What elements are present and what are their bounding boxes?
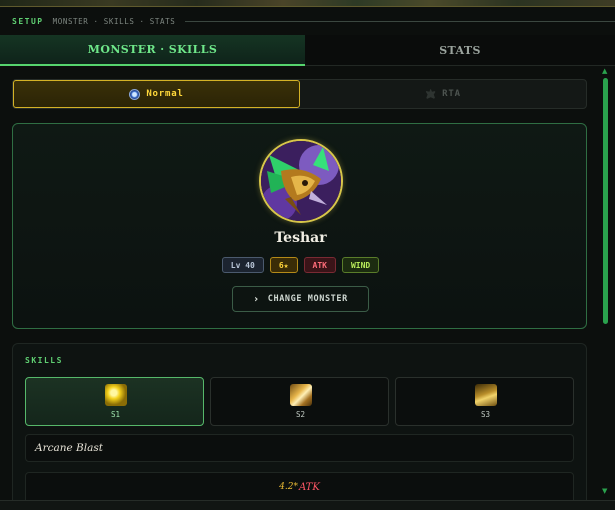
content-scroll-area: Normal RTA Teshar Lv 40 6★ ATK WIND › CH…: [0, 66, 600, 500]
mode-toggle: Normal RTA: [12, 79, 587, 109]
scroll-up-arrow-icon[interactable]: ▲: [602, 68, 607, 75]
header-divider: [185, 20, 615, 22]
setup-label: SETUP: [12, 16, 44, 26]
skill-label: S1: [110, 410, 121, 419]
chevron-right-icon: ›: [253, 293, 260, 305]
star-badge: 6★: [269, 257, 298, 273]
scroll-down-arrow-icon[interactable]: ▼: [602, 488, 607, 495]
skills-panel: SKILLS S1 S2 S3 Arcane Blast 4.2* ATK: [12, 343, 587, 500]
normal-mode-icon: [129, 88, 141, 100]
skill-button-s2[interactable]: S2: [210, 377, 389, 426]
monster-portrait[interactable]: [259, 139, 343, 223]
skill-formula: 4.2* ATK: [25, 472, 574, 500]
monster-name: Teshar: [274, 230, 327, 246]
setup-header: SETUP MONSTER · SKILLS · STATS: [0, 7, 615, 35]
mode-rta-button[interactable]: RTA: [300, 80, 586, 108]
type-badge: ATK: [303, 257, 336, 273]
change-monster-button[interactable]: › CHANGE MONSTER: [232, 286, 369, 312]
vertical-scrollbar[interactable]: ▲ ▼: [602, 66, 610, 500]
change-monster-label: CHANGE MONSTER: [267, 294, 348, 304]
rta-mode-icon: [425, 88, 437, 100]
mode-normal-button[interactable]: Normal: [13, 80, 300, 108]
top-banner-strip: [0, 0, 615, 7]
tab-monster-skills[interactable]: MONSTER · SKILLS: [0, 35, 305, 66]
selected-skill-name: Arcane Blast: [25, 434, 574, 462]
mode-normal-label: Normal: [146, 89, 184, 99]
skill-label: S2: [295, 410, 306, 419]
monster-badges: Lv 40 6★ ATK WIND: [13, 257, 588, 273]
monster-card: Teshar Lv 40 6★ ATK WIND › CHANGE MONSTE…: [12, 123, 587, 329]
level-badge: Lv 40: [221, 257, 264, 273]
tab-stats[interactable]: STATS: [305, 35, 615, 66]
skills-title: SKILLS: [25, 356, 63, 365]
skill-3-icon: [475, 384, 497, 406]
skill-2-icon: [290, 384, 312, 406]
scrollbar-thumb[interactable]: [603, 78, 608, 324]
breadcrumb: MONSTER · SKILLS · STATS: [52, 16, 176, 26]
main-tabs: MONSTER · SKILLS STATS: [0, 35, 615, 66]
bottom-edge: [0, 500, 615, 510]
formula-multiplier: 4.2*: [279, 482, 298, 492]
skill-button-s3[interactable]: S3: [395, 377, 574, 426]
skill-label: S3: [480, 410, 491, 419]
monster-portrait-art: [261, 141, 341, 221]
mode-rta-label: RTA: [442, 89, 461, 99]
element-badge: WIND: [341, 257, 380, 273]
formula-stat: ATK: [299, 482, 320, 493]
skill-button-s1[interactable]: S1: [25, 377, 204, 426]
skill-1-icon: [105, 384, 127, 406]
